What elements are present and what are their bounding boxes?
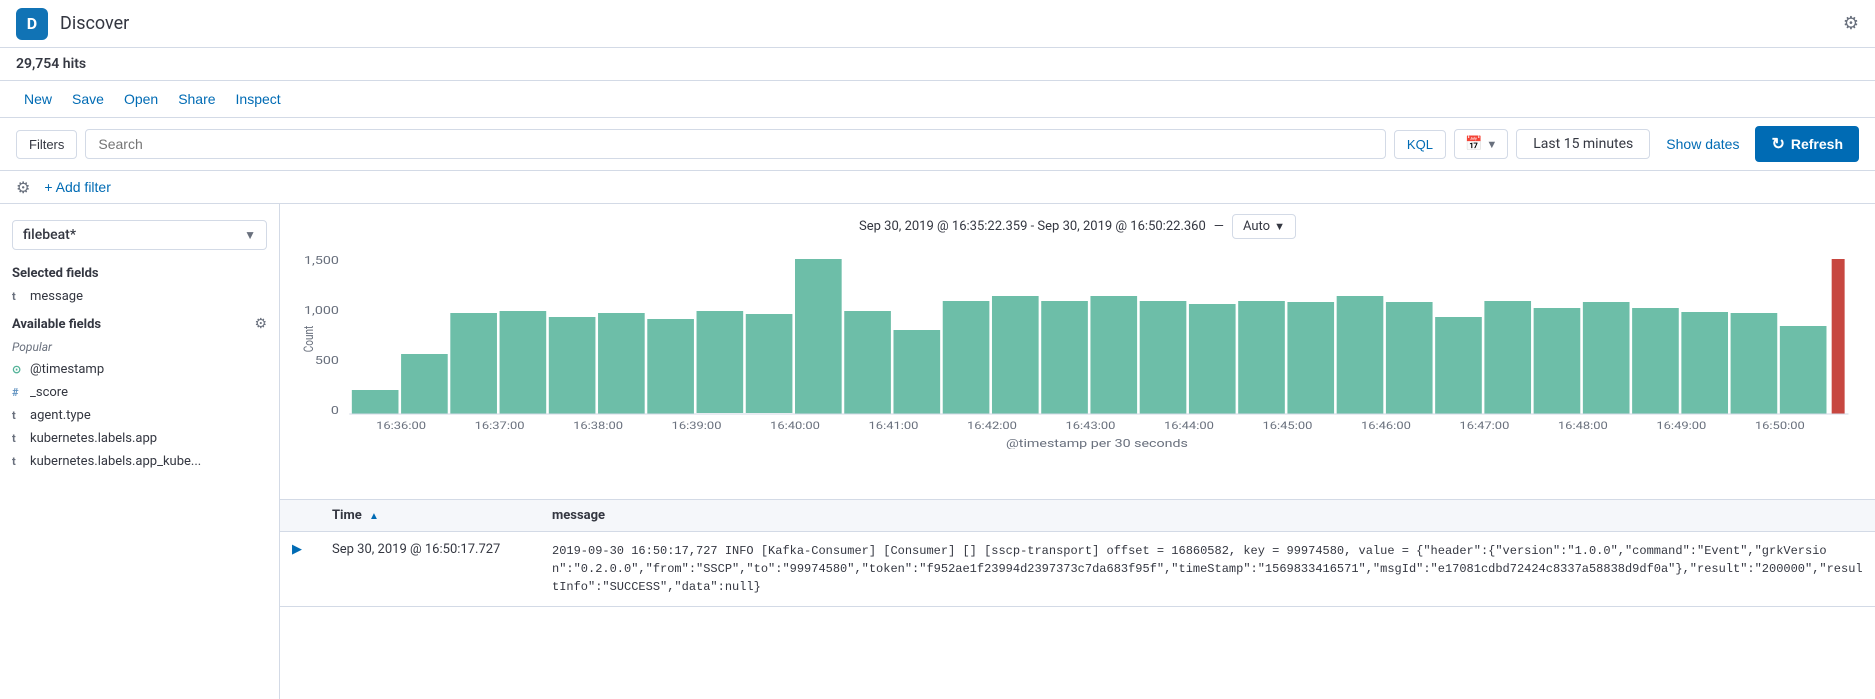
time-col-header[interactable]: Time ▲ [320, 500, 540, 531]
main-content: filebeat* ▼ Selected fields t message Av… [0, 204, 1875, 699]
field-type-t: t [12, 409, 24, 422]
add-filter-button[interactable]: + Add filter [38, 177, 117, 197]
available-fields-header: Available fields ⚙ [0, 308, 279, 336]
svg-text:16:40:00: 16:40:00 [770, 419, 820, 431]
auto-selector[interactable]: Auto ▼ [1232, 214, 1296, 239]
field-type-hash: # [12, 386, 24, 399]
svg-text:1,000: 1,000 [304, 304, 339, 317]
table-row-inner: ▶ Sep 30, 2019 @ 16:50:17.727 2019-09-30… [280, 532, 1875, 606]
auto-label: Auto [1243, 219, 1270, 234]
svg-text:16:42:00: 16:42:00 [967, 419, 1017, 431]
calendar-icon: 📅 [1465, 136, 1482, 152]
list-item[interactable]: ⊙ @timestamp [0, 358, 279, 381]
svg-text:Count: Count [301, 326, 317, 353]
row-time: Sep 30, 2019 @ 16:50:17.727 [320, 532, 540, 567]
time-col-label: Time [332, 508, 362, 523]
hits-bar: 29,754 hits [0, 48, 1875, 81]
svg-text:16:48:00: 16:48:00 [1558, 419, 1608, 431]
chart-header: Sep 30, 2019 @ 16:35:22.359 - Sep 30, 20… [280, 204, 1875, 249]
svg-text:16:39:00: 16:39:00 [672, 419, 722, 431]
table-header: Time ▲ message [280, 500, 1875, 532]
list-item[interactable]: # _score [0, 381, 279, 404]
filters-button[interactable]: Filters [16, 130, 77, 159]
search-input[interactable] [85, 129, 1386, 159]
field-name-timestamp: @timestamp [30, 362, 104, 377]
refresh-label: Refresh [1791, 136, 1843, 152]
expand-row-button[interactable]: ▶ [280, 532, 320, 567]
field-type-t: t [12, 455, 24, 468]
popular-label: Popular [0, 336, 279, 358]
svg-text:16:44:00: 16:44:00 [1164, 419, 1214, 431]
action-toolbar: New Save Open Share Inspect [0, 81, 1875, 118]
refresh-button[interactable]: ↻ Refresh [1755, 126, 1859, 162]
chart-separator: — [1214, 219, 1224, 234]
settings-icon[interactable]: ⚙ [1843, 13, 1859, 34]
top-bar-left: D Discover [16, 8, 129, 40]
gear-icon[interactable]: ⚙ [254, 316, 267, 332]
field-type-clock: ⊙ [12, 363, 24, 376]
svg-text:16:50:00: 16:50:00 [1755, 419, 1805, 431]
field-name-k8s-labels-app-kube: kubernetes.labels.app_kube... [30, 454, 201, 469]
svg-text:16:49:00: 16:49:00 [1656, 419, 1706, 431]
hits-count: 29,754 [16, 56, 59, 72]
field-name-agent-type: agent.type [30, 408, 91, 423]
field-name-score: _score [30, 385, 68, 400]
histogram-container: 1,500 1,000 500 0 Count [280, 249, 1875, 499]
time-picker[interactable]: 📅 ▼ [1454, 129, 1508, 159]
hits-label: hits [63, 56, 86, 72]
save-button[interactable]: Save [64, 87, 112, 111]
chevron-down-icon: ▼ [1274, 220, 1285, 233]
top-bar: D Discover ⚙ [0, 0, 1875, 48]
histogram-chart: 1,500 1,000 500 0 Count [300, 249, 1855, 449]
svg-text:16:38:00: 16:38:00 [573, 419, 623, 431]
sort-icon: ▲ [369, 511, 379, 522]
refresh-icon: ↻ [1771, 134, 1784, 154]
chart-table-container: Sep 30, 2019 @ 16:35:22.359 - Sep 30, 20… [280, 204, 1875, 699]
kql-button[interactable]: KQL [1394, 130, 1446, 159]
field-name-message: message [30, 289, 83, 304]
svg-text:1,500: 1,500 [304, 254, 339, 267]
add-filter-row: ⚙ + Add filter [0, 171, 1875, 204]
show-dates-button[interactable]: Show dates [1658, 130, 1747, 158]
table-row: ▶ Sep 30, 2019 @ 16:50:17.727 2019-09-30… [280, 532, 1875, 607]
sidebar: filebeat* ▼ Selected fields t message Av… [0, 204, 280, 699]
expand-col-header [280, 500, 320, 531]
index-selector[interactable]: filebeat* ▼ [12, 220, 267, 250]
row-message: 2019-09-30 16:50:17,727 INFO [Kafka-Cons… [540, 532, 1875, 606]
settings-small-icon[interactable]: ⚙ [16, 178, 30, 197]
message-col-header: message [540, 500, 1875, 531]
field-name-k8s-labels-app: kubernetes.labels.app [30, 431, 157, 446]
list-item[interactable]: t kubernetes.labels.app_kube... [0, 450, 279, 473]
list-item[interactable]: t agent.type [0, 404, 279, 427]
chevron-down-icon: ▼ [1486, 138, 1497, 151]
selected-fields-title: Selected fields [0, 258, 279, 285]
list-item[interactable]: t kubernetes.labels.app [0, 427, 279, 450]
svg-text:0: 0 [331, 404, 339, 417]
share-button[interactable]: Share [170, 87, 223, 111]
svg-text:16:45:00: 16:45:00 [1262, 419, 1312, 431]
time-range-display[interactable]: Last 15 minutes [1516, 129, 1650, 159]
filter-bar: Filters KQL 📅 ▼ Last 15 minutes Show dat… [0, 118, 1875, 171]
app-title: Discover [60, 13, 129, 34]
chart-date-range: Sep 30, 2019 @ 16:35:22.359 - Sep 30, 20… [859, 219, 1206, 234]
svg-text:16:43:00: 16:43:00 [1065, 419, 1115, 431]
field-type-t: t [12, 432, 24, 445]
available-fields-title: Available fields [12, 317, 101, 332]
table-area: Time ▲ message ▶ Sep 30, 2019 @ 16:50:17… [280, 499, 1875, 699]
svg-text:16:41:00: 16:41:00 [869, 419, 919, 431]
svg-text:@timestamp per 30 seconds: @timestamp per 30 seconds [1006, 437, 1188, 449]
svg-text:16:46:00: 16:46:00 [1361, 419, 1411, 431]
list-item[interactable]: t message [0, 285, 279, 308]
index-name: filebeat* [23, 227, 76, 243]
open-button[interactable]: Open [116, 87, 166, 111]
chevron-down-icon: ▼ [244, 228, 256, 242]
svg-text:16:37:00: 16:37:00 [475, 419, 525, 431]
field-type-t: t [12, 290, 24, 303]
app-icon: D [16, 8, 48, 40]
inspect-button[interactable]: Inspect [228, 87, 289, 111]
svg-text:16:47:00: 16:47:00 [1459, 419, 1509, 431]
svg-text:500: 500 [315, 354, 339, 367]
svg-text:16:36:00: 16:36:00 [376, 419, 426, 431]
new-button[interactable]: New [16, 87, 60, 111]
